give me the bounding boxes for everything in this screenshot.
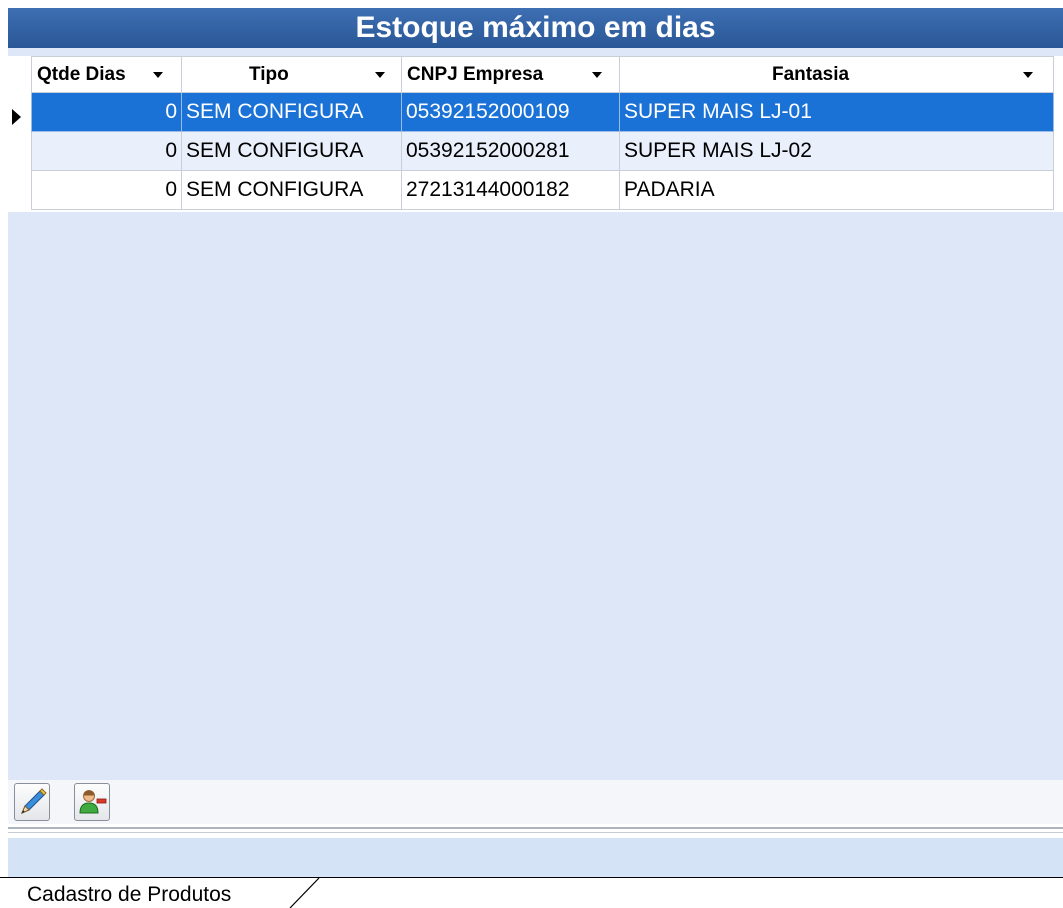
cell-tipo[interactable]: SEM CONFIGURA <box>181 131 402 171</box>
column-header-tipo[interactable]: Tipo <box>181 56 402 93</box>
tab-strip: Cadastro de Produtos <box>0 877 1063 908</box>
dropdown-arrow-icon[interactable] <box>153 72 163 78</box>
status-bar <box>8 838 1063 877</box>
current-row-pointer-icon <box>12 109 21 125</box>
column-header-label: Tipo <box>249 64 289 85</box>
panel-title: Estoque máximo em dias <box>8 8 1063 48</box>
column-header-cnpj-empresa[interactable]: CNPJ Empresa <box>401 56 620 93</box>
cell-fantasia[interactable]: SUPER MAIS LJ-01 <box>619 92 1054 132</box>
cell-qtde-dias[interactable]: 0 <box>31 131 182 171</box>
user-remove-icon <box>79 790 107 814</box>
cell-cnpj[interactable]: 05392152000109 <box>401 92 620 132</box>
dropdown-arrow-icon[interactable] <box>1023 72 1033 78</box>
column-header-label: Qtde Dias <box>37 64 126 85</box>
cell-qtde-dias[interactable]: 0 <box>31 92 182 132</box>
header-row: Qtde Dias Tipo CNPJ Empresa Fantasia <box>31 56 1054 93</box>
max-stock-panel: Estoque máximo em dias Qtde Dias Tipo CN… <box>8 8 1063 780</box>
stock-table: Qtde Dias Tipo CNPJ Empresa Fantasia 0 S… <box>31 56 1054 210</box>
cell-fantasia[interactable]: PADARIA <box>619 170 1054 210</box>
edit-pencil-icon <box>21 788 47 814</box>
table-row[interactable]: 0 SEM CONFIGURA 05392152000281 SUPER MAI… <box>31 131 1054 171</box>
cell-cnpj[interactable]: 27213144000182 <box>401 170 620 210</box>
cell-cnpj[interactable]: 05392152000281 <box>401 131 620 171</box>
table-row[interactable]: 0 SEM CONFIGURA 27213144000182 PADARIA <box>31 170 1054 210</box>
grid-toolbar <box>8 780 1063 824</box>
edit-button[interactable] <box>14 783 50 821</box>
column-header-fantasia[interactable]: Fantasia <box>619 56 1054 93</box>
remove-user-button[interactable] <box>74 783 110 821</box>
cell-tipo[interactable]: SEM CONFIGURA <box>181 170 402 210</box>
row-indicator-column <box>8 56 31 212</box>
divider <box>8 832 1063 833</box>
table-row[interactable]: 0 SEM CONFIGURA 05392152000109 SUPER MAI… <box>31 92 1054 132</box>
divider <box>8 827 1063 829</box>
dropdown-arrow-icon[interactable] <box>592 72 602 78</box>
stock-grid[interactable]: Qtde Dias Tipo CNPJ Empresa Fantasia 0 S… <box>8 56 1063 212</box>
cell-tipo[interactable]: SEM CONFIGURA <box>181 92 402 132</box>
cell-qtde-dias[interactable]: 0 <box>31 170 182 210</box>
column-header-label: Fantasia <box>772 64 850 85</box>
column-header-qtde-dias[interactable]: Qtde Dias <box>31 56 182 93</box>
column-header-label: CNPJ Empresa <box>407 64 544 85</box>
dropdown-arrow-icon[interactable] <box>375 72 385 78</box>
cell-fantasia[interactable]: SUPER MAIS LJ-02 <box>619 131 1054 171</box>
tab-cadastro-de-produtos[interactable]: Cadastro de Produtos <box>27 883 231 907</box>
